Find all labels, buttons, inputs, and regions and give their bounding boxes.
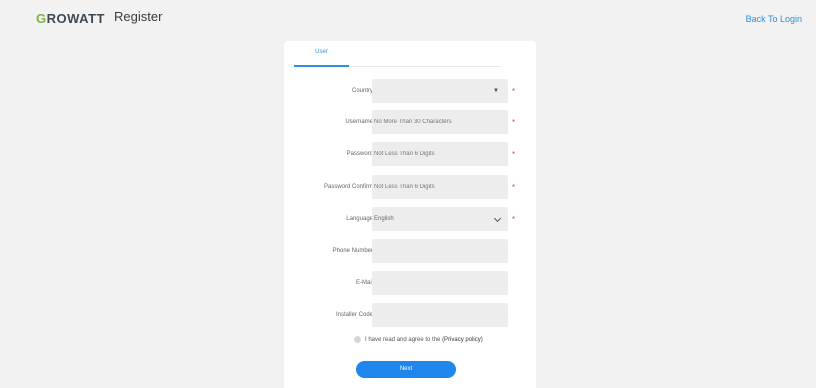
installer-code-label: Installer Code (335, 312, 373, 318)
privacy-policy-link[interactable]: (Privacy policy) (442, 337, 483, 343)
password-row: Password * (284, 142, 536, 166)
username-label: Username (345, 119, 373, 125)
installer-code-row: Installer Code (284, 303, 536, 327)
logo-text: ROWATT (46, 11, 105, 26)
password-confirm-field-wrap (372, 175, 508, 199)
password-confirm-label: Password Confirm (323, 184, 373, 190)
required-asterisk: * (512, 118, 516, 127)
language-value: English (374, 216, 394, 222)
password-label: Password (346, 151, 373, 157)
username-field-wrap (372, 110, 508, 134)
required-asterisk: * (512, 87, 516, 96)
password-input[interactable] (372, 142, 508, 166)
agree-text: I have read and agree to the (365, 337, 441, 344)
tab-user[interactable]: User (294, 49, 349, 66)
email-input[interactable] (372, 271, 508, 295)
next-button[interactable]: Next (356, 361, 456, 378)
agree-checkbox[interactable] (354, 336, 361, 343)
installer-code-field-wrap (372, 303, 508, 327)
password-confirm-input[interactable] (372, 175, 508, 199)
caret-down-icon: ▼ (493, 88, 499, 94)
required-asterisk: * (512, 215, 516, 224)
phone-label: Phone Number (332, 248, 373, 254)
tab-divider (349, 66, 501, 67)
phone-field-wrap (372, 239, 508, 263)
growatt-logo[interactable]: GROWATT (36, 11, 105, 26)
username-row: Username * (284, 110, 536, 134)
required-asterisk: * (512, 150, 516, 159)
top-bar: GROWATT Register Back To Login (0, 0, 816, 36)
phone-row: Phone Number (284, 239, 536, 263)
email-row: E-Mail (284, 271, 536, 295)
back-to-login-link[interactable]: Back To Login (746, 14, 802, 24)
username-input[interactable] (372, 110, 508, 134)
chevron-down-icon (493, 214, 502, 223)
language-select[interactable]: English (372, 207, 508, 231)
required-asterisk: * (512, 183, 516, 192)
country-label: Country (351, 88, 373, 94)
country-select[interactable]: ▼ (372, 79, 508, 103)
country-row: Country ▼ * (284, 79, 536, 103)
logo-letter-g: G (36, 11, 47, 26)
tab-active-indicator (294, 65, 349, 67)
language-row: Language English * (284, 207, 536, 231)
email-label: E-Mail (355, 280, 373, 286)
email-field-wrap (372, 271, 508, 295)
language-label: Language (346, 216, 373, 222)
register-card: User Country ▼ * Username * Password * P… (284, 41, 536, 388)
agreement-line: I have read and agree to the (Privacy po… (354, 336, 483, 348)
password-field-wrap (372, 142, 508, 166)
phone-input[interactable] (372, 239, 508, 263)
page-title: Register (114, 9, 163, 24)
installer-code-input[interactable] (372, 303, 508, 327)
password-confirm-row: Password Confirm * (284, 175, 536, 199)
